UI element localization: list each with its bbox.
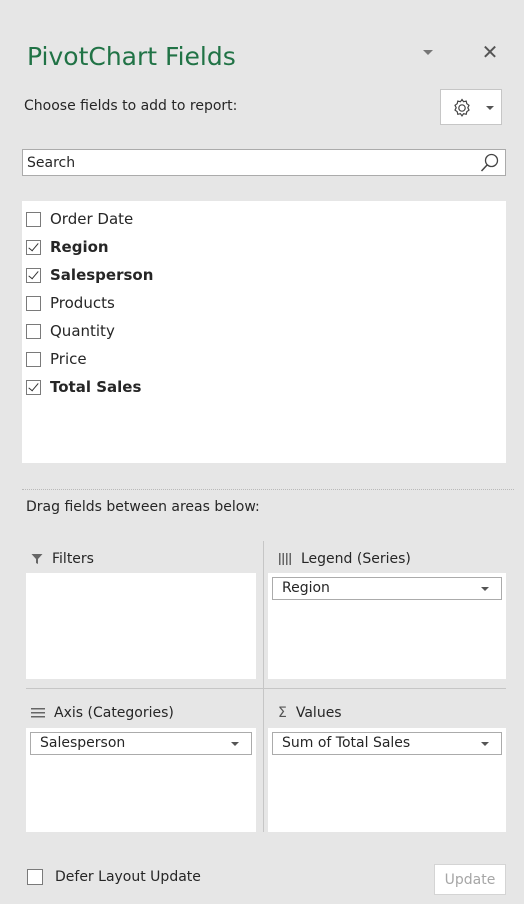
field-label: Products (50, 294, 115, 312)
chevron-down-icon (481, 742, 489, 746)
gear-icon (451, 97, 473, 123)
values-area-header: Σ Values (278, 701, 342, 725)
field-checkbox[interactable] (26, 211, 41, 227)
search-icon[interactable] (479, 152, 501, 178)
defer-layout-update[interactable]: Defer Layout Update (27, 869, 201, 885)
field-item-region[interactable]: Region (22, 233, 506, 261)
field-label: Price (50, 350, 87, 368)
search-box (22, 149, 506, 176)
field-checkbox[interactable] (26, 267, 41, 283)
chevron-down-icon (481, 587, 489, 591)
field-label: Salesperson (50, 266, 154, 284)
columns-icon (278, 553, 292, 565)
field-item-order-date[interactable]: Order Date (22, 205, 506, 233)
axis-area-header: Axis (Categories) (31, 701, 174, 725)
close-button[interactable]: ✕ (478, 40, 502, 64)
field-checkbox[interactable] (26, 295, 41, 311)
filters-drop-area[interactable] (26, 573, 256, 679)
rows-icon (31, 707, 45, 719)
chevron-down-icon (486, 106, 494, 110)
field-label: Total Sales (50, 378, 142, 396)
values-area-label: Values (295, 705, 342, 721)
defer-layout-label: Defer Layout Update (55, 869, 201, 885)
update-button[interactable]: Update (434, 864, 506, 895)
sigma-icon: Σ (278, 705, 287, 721)
field-item-quantity[interactable]: Quantity (22, 317, 506, 345)
field-list: Order Date Region Salesperson Products Q… (22, 201, 506, 463)
field-checkbox[interactable] (26, 351, 41, 367)
field-label: Region (50, 238, 109, 256)
legend-field-pill[interactable]: Region (272, 577, 502, 600)
legend-area-label: Legend (Series) (301, 551, 411, 567)
pivotchart-fields-pane: PivotChart Fields ✕ Choose fields to add… (0, 0, 524, 904)
chevron-down-icon (231, 742, 239, 746)
drag-fields-label: Drag fields between areas below: (26, 499, 260, 515)
defer-layout-checkbox[interactable] (27, 869, 43, 885)
legend-area-header: Legend (Series) (278, 547, 411, 571)
field-checkbox[interactable] (26, 239, 41, 255)
field-item-products[interactable]: Products (22, 289, 506, 317)
field-checkbox[interactable] (26, 379, 41, 395)
axis-field-pill[interactable]: Salesperson (30, 732, 252, 755)
pane-title: PivotChart Fields (27, 42, 236, 71)
field-label: Order Date (50, 210, 134, 228)
area-horizontal-divider (26, 688, 506, 689)
field-label: Quantity (50, 322, 115, 340)
legend-drop-area[interactable]: Region (268, 573, 506, 679)
axis-field-label: Salesperson (40, 735, 126, 751)
area-vertical-divider (263, 541, 264, 832)
filters-area-label: Filters (52, 551, 94, 567)
axis-area-label: Axis (Categories) (54, 705, 174, 721)
choose-fields-label: Choose fields to add to report: (24, 98, 238, 114)
field-item-salesperson[interactable]: Salesperson (22, 261, 506, 289)
values-field-label: Sum of Total Sales (282, 735, 411, 751)
search-input[interactable] (23, 150, 467, 175)
tools-button[interactable] (440, 89, 502, 125)
filters-area-header: Filters (31, 547, 94, 571)
field-checkbox[interactable] (26, 323, 41, 339)
values-field-pill[interactable]: Sum of Total Sales (272, 732, 502, 755)
task-pane-options-chevron-icon[interactable] (418, 42, 438, 62)
field-item-total-sales[interactable]: Total Sales (22, 373, 506, 401)
field-item-price[interactable]: Price (22, 345, 506, 373)
axis-drop-area[interactable]: Salesperson (26, 728, 256, 832)
values-drop-area[interactable]: Sum of Total Sales (268, 728, 506, 832)
legend-field-label: Region (282, 580, 330, 596)
section-divider[interactable] (22, 489, 514, 490)
filter-icon (31, 553, 43, 565)
